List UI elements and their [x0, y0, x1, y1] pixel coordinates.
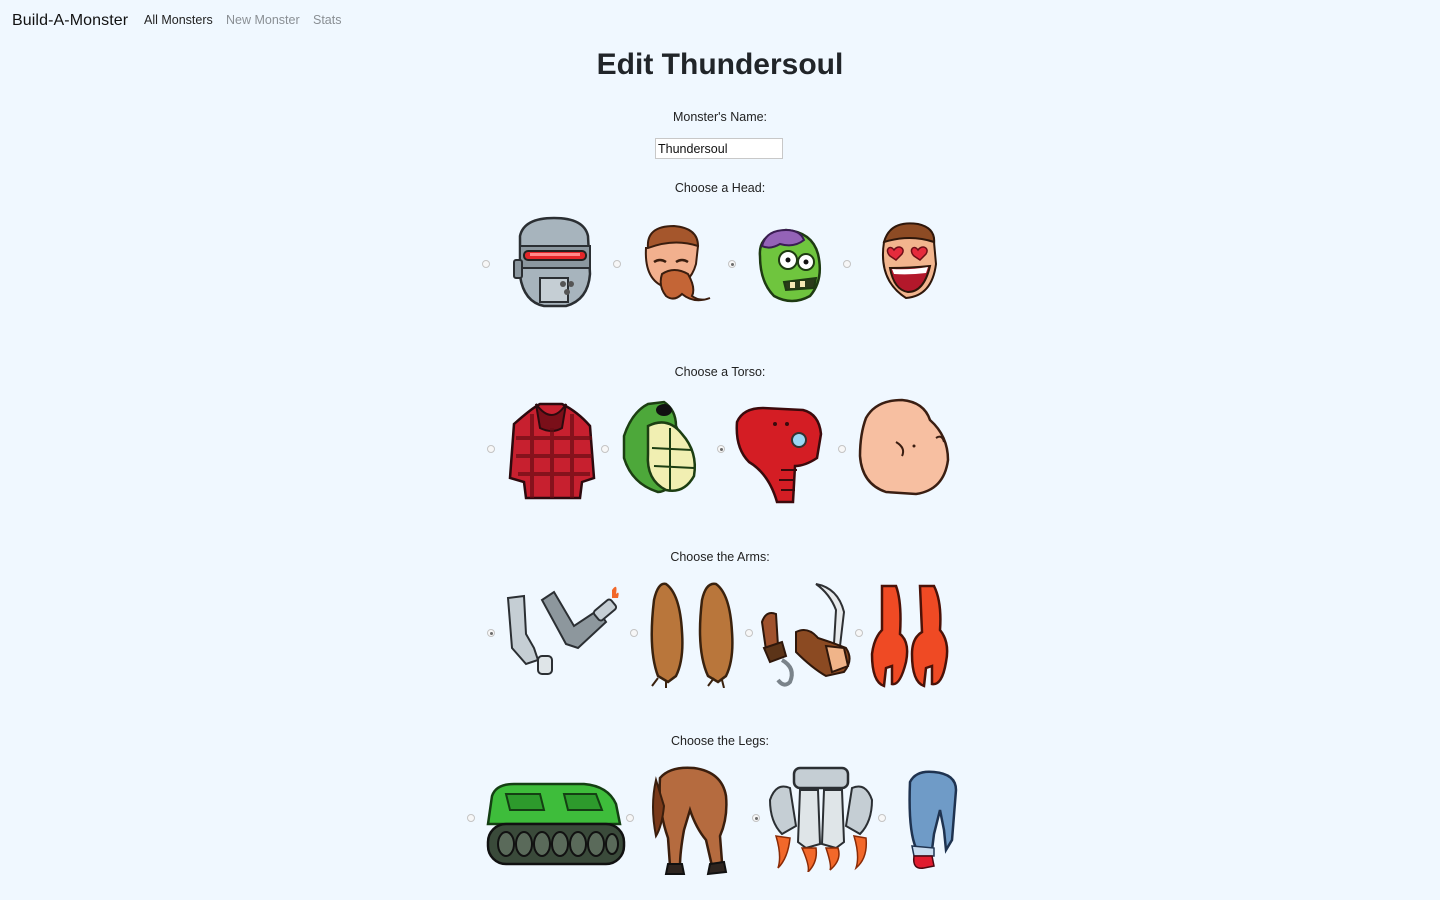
name-label: Monster's Name:	[672, 110, 768, 124]
furry-arms-icon[interactable]	[644, 580, 740, 688]
plaid-shirt-torso-icon[interactable]	[506, 398, 596, 502]
navbar: Build-A-Monster All Monsters New Monster…	[0, 0, 1440, 42]
head-option-4-radio[interactable]	[843, 260, 851, 268]
lovestruck-head-icon[interactable]	[876, 220, 942, 304]
arms-option-3-radio[interactable]	[745, 629, 753, 637]
torso-option-2-radio[interactable]	[601, 445, 609, 453]
nav-link-all-monsters[interactable]: All Monsters	[144, 13, 213, 27]
robot-head-icon[interactable]	[510, 216, 598, 310]
zombie-head-icon[interactable]	[752, 226, 830, 306]
legs-option-3-radio[interactable]	[752, 814, 760, 822]
nav-link-stats[interactable]: Stats	[313, 13, 342, 27]
rocket-legs-icon[interactable]	[766, 766, 876, 872]
monster-name-input[interactable]	[655, 138, 783, 159]
red-armor-torso-icon[interactable]	[733, 404, 823, 504]
nav-link-new-monster[interactable]: New Monster	[226, 13, 300, 27]
robot-arms-icon[interactable]	[502, 582, 622, 682]
arms-option-2-radio[interactable]	[630, 629, 638, 637]
arms-section-label: Choose the Arms:	[670, 550, 770, 564]
legs-option-1-radio[interactable]	[467, 814, 475, 822]
head-option-2-radio[interactable]	[613, 260, 621, 268]
torso-option-4-radio[interactable]	[838, 445, 846, 453]
legs-section-label: Choose the Legs:	[671, 734, 769, 748]
horse-legs-icon[interactable]	[650, 766, 732, 876]
arms-option-1-radio[interactable]	[487, 629, 495, 637]
turtle-shell-torso-icon[interactable]	[618, 396, 704, 496]
head-option-3-radio[interactable]	[728, 260, 736, 268]
brand-logo-link[interactable]: Build-A-Monster	[12, 12, 128, 30]
head-option-1-radio[interactable]	[482, 260, 490, 268]
arms-option-4-radio[interactable]	[855, 629, 863, 637]
bearded-man-head-icon[interactable]	[634, 222, 716, 304]
jeans-heels-legs-icon[interactable]	[904, 770, 960, 872]
bald-flesh-torso-icon[interactable]	[856, 398, 950, 496]
legs-option-2-radio[interactable]	[626, 814, 634, 822]
torso-option-3-radio[interactable]	[717, 445, 725, 453]
legs-option-4-radio[interactable]	[878, 814, 886, 822]
torso-option-1-radio[interactable]	[487, 445, 495, 453]
torso-section-label: Choose a Torso:	[674, 365, 766, 379]
tank-treads-legs-icon[interactable]	[484, 780, 626, 870]
lobster-claw-arms-icon[interactable]	[870, 582, 950, 688]
head-section-label: Choose a Head:	[674, 181, 766, 195]
page-title: Edit Thundersoul	[596, 48, 844, 81]
pirate-arms-icon[interactable]	[756, 580, 856, 688]
